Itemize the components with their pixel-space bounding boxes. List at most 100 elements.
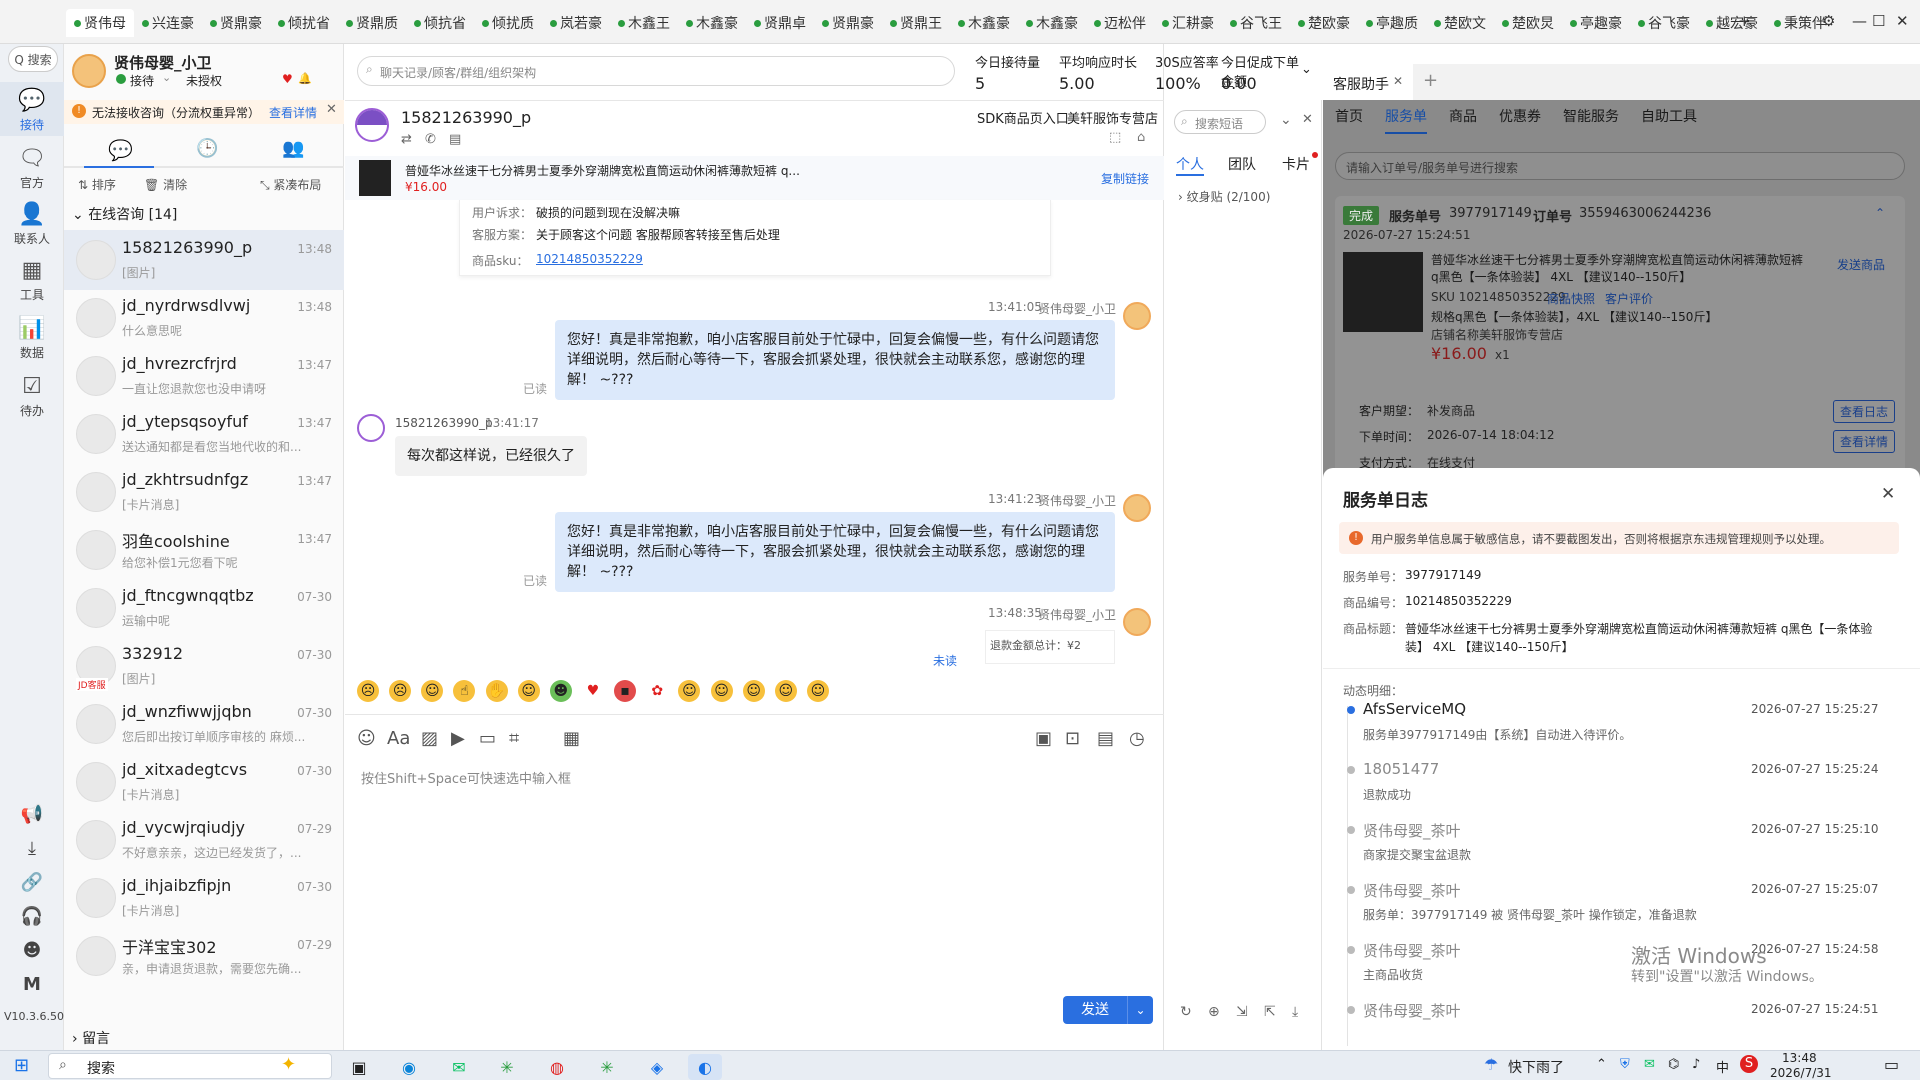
tray-wechat-icon[interactable]: ✉ (1644, 1057, 1655, 1072)
conversation-item[interactable]: jd_ytepsqsoyfuf 送达通知都是看您当地代收的和... 13:47 (64, 404, 344, 464)
add-circle-icon[interactable]: ⊕ (1208, 1004, 1220, 1020)
conversation-item[interactable]: 15821263990_p [图片] 13:48 (64, 230, 344, 290)
send-goods-button[interactable]: 发送商品 (1837, 256, 1885, 273)
emoji-thumb-icon[interactable]: ☝ (453, 680, 476, 702)
group-icon[interactable]: 👥 (282, 138, 304, 159)
folder-icon[interactable]: ▭ (479, 728, 496, 749)
template-icon[interactable]: ▣ (1035, 728, 1052, 749)
heart-icon[interactable]: ♥ (282, 72, 293, 86)
rail-item-contacts[interactable]: 👤 联系人 (0, 198, 64, 254)
shop-tab[interactable]: 倾抗省 (406, 9, 474, 37)
shop-tab[interactable]: 贤鼎质 (338, 9, 406, 37)
shop-tab[interactable]: 贤鼎豪 (814, 9, 882, 37)
global-search-button[interactable]: Q 搜索 (8, 46, 58, 72)
shop-tab[interactable]: 木鑫豪 (1018, 9, 1086, 37)
chat-filter-icon[interactable]: 💬 (108, 138, 133, 162)
card-sku-link[interactable]: 10214850352229 (536, 252, 643, 266)
wechat-icon[interactable]: ✉ (442, 1054, 476, 1080)
emoji-cool-icon[interactable]: ☺ (710, 680, 733, 702)
conversation-item[interactable]: jd_hvrezrcfrjrd 一直让您退款您也没申请呀 13:47 (64, 346, 344, 406)
emoji-blush-icon[interactable]: ☺ (742, 680, 765, 702)
tray-shield-icon[interactable]: ⛨ (1620, 1057, 1630, 1072)
emoji-frog-icon[interactable]: ☻ (549, 680, 572, 702)
product-strip[interactable]: 普娅华冰丝速干七分裤男士夏季外穿潮牌宽松直筒运动休闲裤薄款短裤 q... ¥16… (345, 156, 1164, 200)
emoji-laugh-icon[interactable]: ☺ (806, 680, 829, 702)
edge-icon[interactable]: ◉ (392, 1054, 426, 1080)
clock-date[interactable]: 2026/7/31 (1770, 1066, 1832, 1080)
emoji-heart-icon[interactable]: ♥ (582, 680, 604, 702)
leave-message-group[interactable]: › 留言 (72, 1028, 110, 1048)
shop-tab[interactable]: 迈松伴 (1086, 9, 1154, 37)
image-icon[interactable]: ▨ (421, 728, 438, 749)
review-link[interactable]: 客户评价 (1605, 290, 1653, 307)
clock-time[interactable]: 13:48 (1782, 1051, 1817, 1065)
clear-button[interactable]: 🗑 清除 (144, 176, 187, 193)
coupon-icon[interactable]: ⊡ (1065, 728, 1080, 749)
shop-tab[interactable]: 木鑫豪 (950, 9, 1018, 37)
bag-icon[interactable]: ⌂ (1137, 130, 1145, 145)
stats-expand-icon[interactable]: ⌄ (1301, 62, 1312, 77)
refresh-icon[interactable]: ↻ (1180, 1004, 1192, 1020)
assistant-tab[interactable]: 客服助手 ✕ (1323, 64, 1413, 100)
sort-button[interactable]: ⇅ 排序 (78, 176, 116, 193)
close-icon[interactable]: ✕ (1881, 484, 1895, 504)
close-icon[interactable]: ✕ (326, 102, 337, 117)
shop-tab[interactable]: 楚欧豪 (1290, 9, 1358, 37)
shop-tab[interactable]: 谷飞豪 (1630, 9, 1698, 37)
conversation-item[interactable]: 羽鱼coolshine 给您补偿1元您看下呢 13:47 (64, 520, 344, 580)
note-icon[interactable]: ▤ (449, 132, 461, 147)
table-icon[interactable]: ▦ (563, 728, 580, 749)
reception-status-select[interactable]: 接待 (130, 72, 154, 89)
history-clock-icon[interactable]: 🕒 (196, 138, 218, 159)
phrase-folder[interactable]: › 纹身贴 (2/100) (1178, 188, 1270, 205)
search-box[interactable]: ⌕ 聊天记录/顾客/群组/组织架构 (357, 56, 955, 86)
shop-tab[interactable]: 木鑫王 (610, 9, 678, 37)
agent-avatar[interactable] (72, 54, 106, 88)
conversation-item[interactable]: 332912 [图片] 07-30 JD客服 (64, 636, 344, 696)
maximize-button[interactable]: ☐ (1872, 12, 1885, 30)
conversation-item[interactable]: jd_ftncgwnqqtbz 运输中呢 07-30 (64, 578, 344, 638)
close-icon[interactable]: ✕ (1393, 74, 1403, 88)
chevron-down-icon[interactable]: ⌄ (162, 71, 171, 84)
app-star-icon[interactable]: ✳ (490, 1054, 524, 1080)
emoji-sad-icon[interactable]: ☹ (357, 680, 379, 702)
collapse-chevron-icon[interactable]: ⌃ (1875, 206, 1885, 220)
tab-personal[interactable]: 个人 (1176, 154, 1204, 174)
add-tab-button[interactable]: + (1423, 70, 1438, 91)
history-icon[interactable]: ◷ (1129, 728, 1145, 749)
emoji-party-icon[interactable]: ☺ (421, 680, 444, 702)
emoji-grin-icon[interactable]: ☺ (774, 680, 797, 702)
message-input[interactable]: 按住Shift+Space可快速选中输入框 (361, 768, 571, 787)
minimize-button[interactable]: — (1852, 12, 1867, 30)
conversation-item[interactable]: jd_vycwjrqiudjy 不好意亲亲，这边已经发货了，... 07-29 (64, 810, 344, 870)
rail-item-reception[interactable]: 💬 接待 (0, 82, 64, 136)
emoji-hand-icon[interactable]: ✋ (485, 680, 508, 702)
browser-icon[interactable]: ◈ (640, 1054, 674, 1080)
rail-item-tools[interactable]: ▦ 工具 (0, 254, 64, 310)
windows-start-icon[interactable]: ⊞ (14, 1055, 29, 1076)
view-detail-button[interactable]: 查看详情 (1833, 430, 1896, 453)
shop-tab[interactable]: 岚若豪 (542, 9, 610, 37)
settings-icon[interactable]: ⚙ (1822, 12, 1835, 30)
send-options-chevron-icon[interactable]: ⌄ (1127, 996, 1153, 1024)
send-button[interactable]: 发送 (1063, 996, 1127, 1024)
order-search-box[interactable]: 请输入订单号/服务单号进行搜索 (1335, 152, 1905, 180)
robot-icon[interactable]: ☻ (20, 940, 44, 961)
emoji-picker-icon[interactable]: ☺ (357, 728, 376, 749)
conversation-item[interactable]: jd_wnzfiwwjjqbn 您后即出按订单顺序审核的 麻烦... 07-30 (64, 694, 344, 754)
shop-tab[interactable]: 倾扰质 (474, 9, 542, 37)
emoji-rose-icon[interactable]: ✿ (646, 680, 668, 702)
nav-product[interactable]: 商品 (1449, 106, 1477, 134)
shop-tab[interactable]: 贤鼎王 (882, 9, 950, 37)
conversation-item[interactable]: jd_nyrdrwsdlvwj 什么意思呢 13:48 (64, 288, 344, 348)
compact-layout-button[interactable]: ⤡ 紧凑布局 (260, 176, 321, 193)
nav-coupon[interactable]: 优惠券 (1499, 106, 1541, 134)
auth-status[interactable]: 未授权 (186, 72, 222, 89)
font-icon[interactable]: Aa (387, 728, 410, 749)
tab-team[interactable]: 团队 (1228, 154, 1256, 174)
shop-tab[interactable]: 亭趣豪 (1562, 9, 1630, 37)
bell-icon[interactable]: 🔔 (298, 72, 312, 85)
copy-link-button[interactable]: 复制链接 (1101, 170, 1149, 187)
emoji-kiss-icon[interactable]: ☺ (517, 680, 540, 702)
nav-self-tools[interactable]: 自助工具 (1641, 106, 1697, 134)
